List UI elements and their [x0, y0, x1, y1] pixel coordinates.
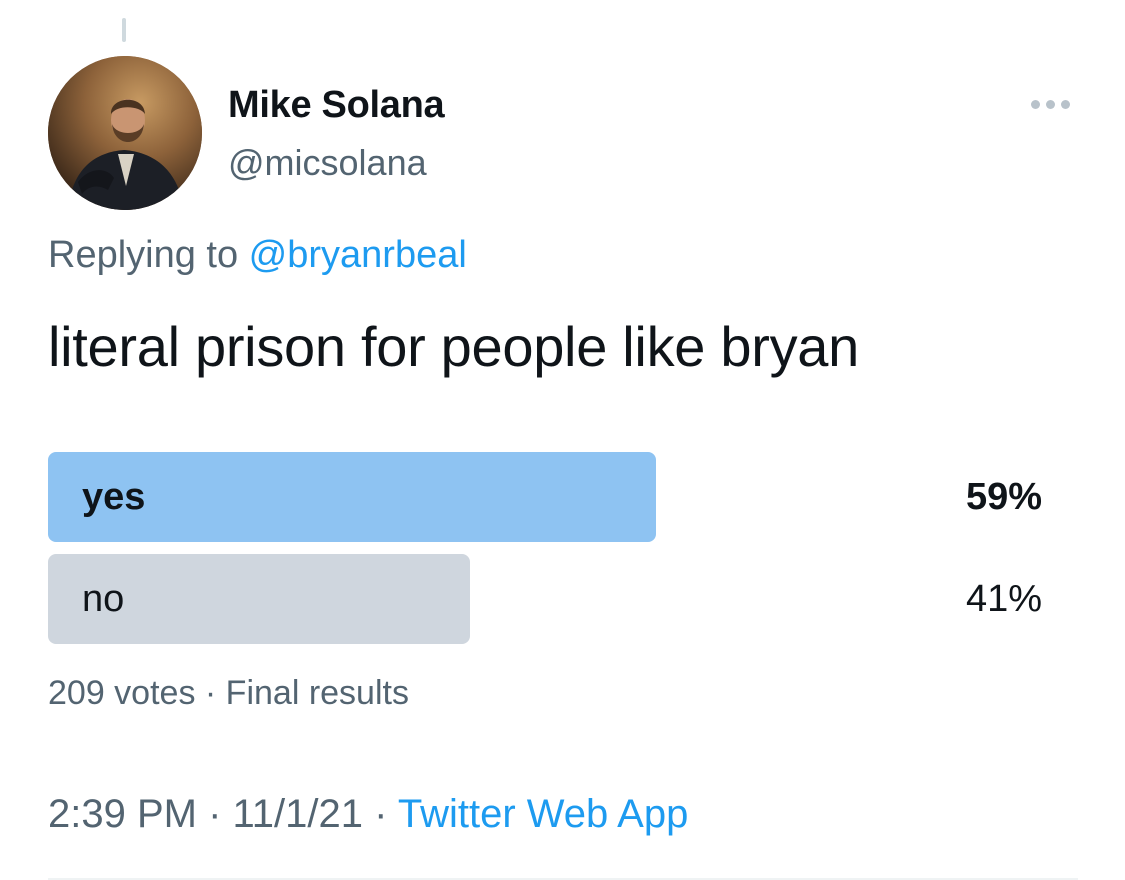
tweet-text: literal prison for people like bryan — [48, 315, 859, 378]
poll-option-percent: 59% — [965, 476, 1042, 518]
avatar-portrait — [48, 56, 202, 210]
poll-option-label: yes — [82, 476, 146, 518]
reply-mention-link[interactable]: @bryanrbeal — [249, 234, 467, 276]
meta-separator: · — [363, 792, 398, 836]
poll-status: Final results — [225, 674, 409, 712]
poll-option-no: no 41% — [48, 554, 1048, 644]
tweet-date[interactable]: 11/1/21 — [233, 792, 364, 836]
tweet-source-link[interactable]: Twitter Web App — [398, 792, 689, 836]
more-dot — [1030, 99, 1040, 109]
author-handle[interactable]: @micsolana — [228, 142, 427, 184]
replying-to-prefix: Replying to — [48, 234, 249, 276]
poll-option-yes: yes 59% — [48, 452, 1048, 542]
poll-separator: · — [195, 674, 226, 712]
more-horizontal-icon[interactable] — [1026, 94, 1074, 114]
avatar[interactable] — [48, 56, 202, 210]
author-display-name[interactable]: Mike Solana — [228, 84, 445, 127]
tweet-time[interactable]: 2:39 PM — [48, 792, 197, 836]
poll-option-percent: 41% — [965, 578, 1042, 620]
tweet-meta: 2:39 PM · 11/1/21 · Twitter Web App — [48, 792, 688, 837]
replying-to: Replying to @bryanrbeal — [48, 234, 467, 277]
more-dot — [1045, 99, 1055, 109]
thread-connector-line — [122, 18, 126, 42]
meta-separator: · — [196, 792, 233, 836]
more-dot — [1060, 99, 1070, 109]
poll-vote-count: 209 votes — [48, 674, 196, 712]
poll-option-label: no — [82, 578, 125, 620]
poll-footer: 209 votes · Final results — [48, 674, 409, 713]
